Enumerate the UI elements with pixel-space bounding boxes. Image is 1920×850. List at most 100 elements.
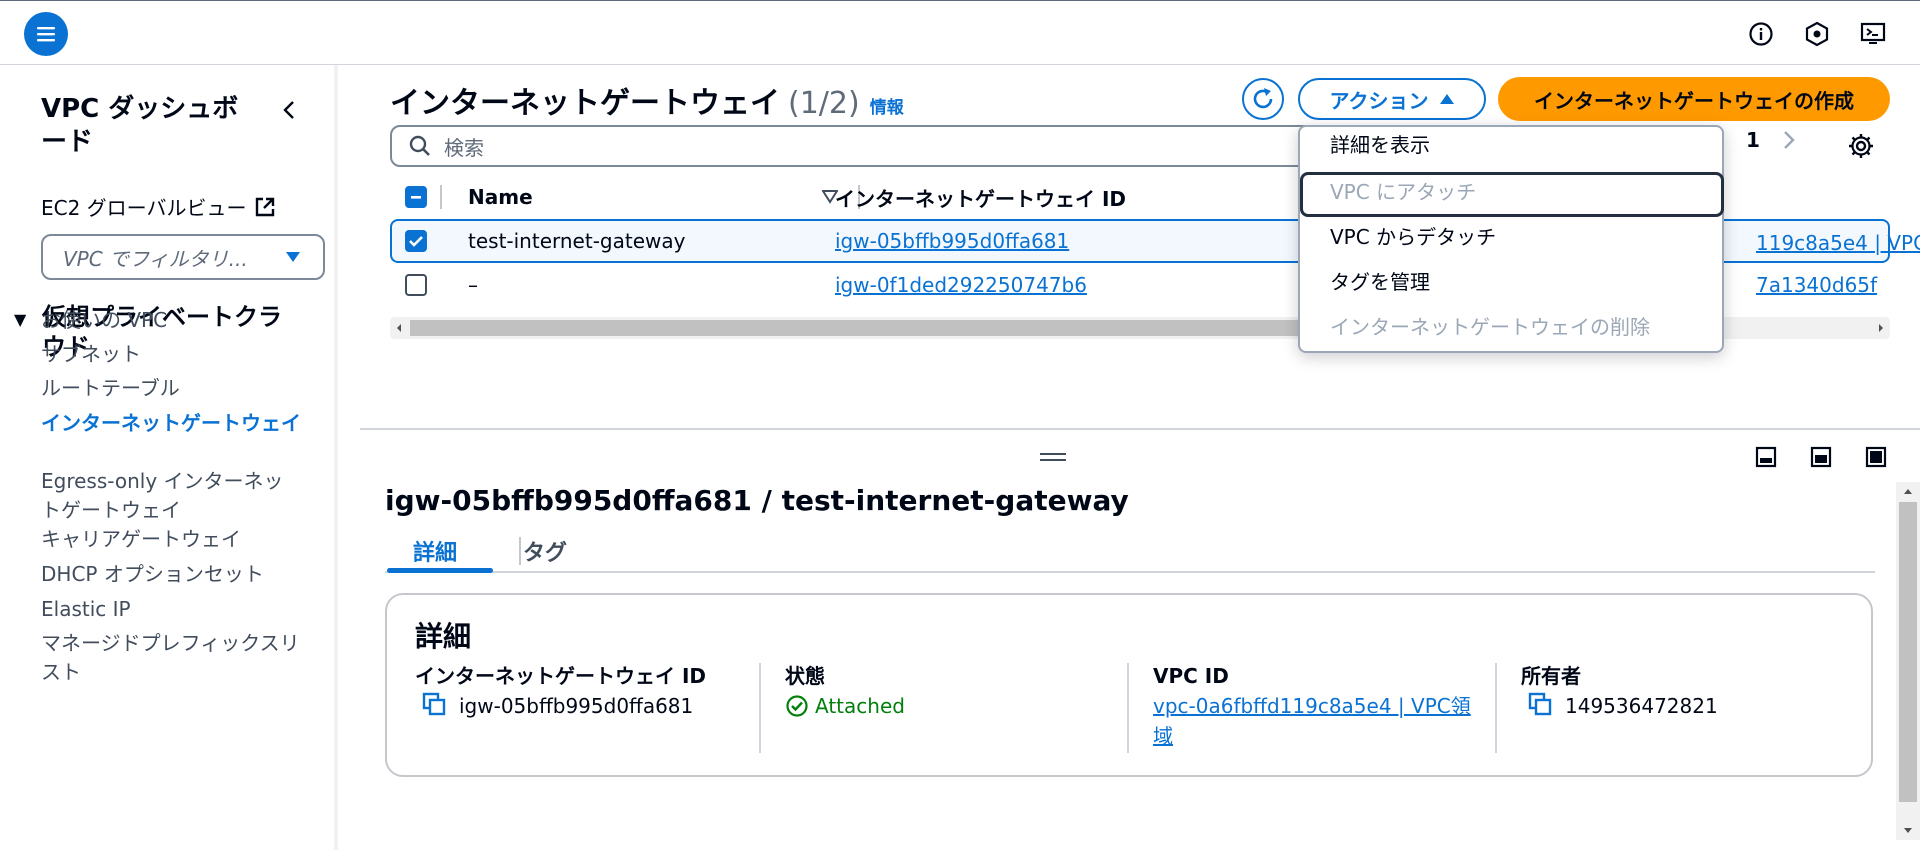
select-all-checkbox[interactable] [405,186,427,208]
row-vpc-link[interactable]: 119c8a5e4 | VPC領 [1756,227,1920,256]
field-vpc-id: VPC ID vpc-0a6fbffd119c8a5e4 | VPC領域 [1153,663,1473,751]
check-icon [409,236,423,247]
table-settings-button[interactable] [1847,132,1875,160]
vpc-filter-placeholder: VPC でフィルタリ... [63,246,248,271]
cloudshell-icon[interactable] [1858,19,1888,49]
info-link[interactable]: 情報 [870,98,904,118]
caret-up-icon [1439,94,1454,104]
split-panel-scrollbar[interactable] [1896,482,1920,840]
column-header-name[interactable]: Name [468,185,533,209]
scroll-down-icon[interactable] [1896,824,1920,838]
field-divider [759,663,761,753]
field-label: 所有者 [1521,664,1581,688]
refresh-button[interactable] [1242,78,1284,120]
menu-item-detach-from-vpc[interactable]: VPC からデタッチ [1330,223,1496,251]
field-igw-id: インターネットゲートウェイ ID igw-05bffb995d0ffa681 [415,663,706,721]
copy-icon[interactable] [421,691,447,717]
field-value: igw-05bffb995d0ffa681 [459,694,694,718]
sidebar-item-managed-prefix-lists[interactable]: マネージドプレフィックスリスト [41,629,303,687]
sidebar-item-carrier-gateways[interactable]: キャリアゲートウェイ [41,525,311,554]
split-panel-scrollbar-thumb[interactable] [1899,502,1917,802]
status-badge: Attached [815,694,905,718]
tab-tags[interactable]: タグ [523,535,567,567]
vpc-filter-select[interactable]: VPC でフィルタリ... [41,234,325,280]
sidebar-item-subnets[interactable]: サブネット [41,340,311,369]
tab-details[interactable]: 詳細 [413,535,457,567]
field-label: VPC ID [1153,664,1229,688]
sidebar-item-internet-gateways[interactable]: インターネットゲートウェイ [41,409,303,438]
gear-icon [1849,134,1873,158]
actions-button-label: アクション [1329,88,1429,113]
field-divider [1127,663,1129,753]
row-checkbox[interactable] [405,274,427,296]
sidebar: VPC ダッシュボード EC2 グローバルビュー VPC でフィルタリ... ▼… [0,65,338,850]
row-name: – [468,273,478,297]
row-igw-id-link[interactable]: igw-0f1ded292250747b6 [835,273,1087,297]
row-name: test-internet-gateway [468,229,686,253]
field-state: 状態 Attached [785,663,905,721]
copy-icon[interactable] [1527,691,1553,717]
field-label: インターネットゲートウェイ ID [415,664,707,688]
scroll-up-icon[interactable] [334,69,338,83]
refresh-icon [1253,88,1273,109]
column-header-igw-id[interactable]: インターネットゲートウェイ ID [835,183,1126,212]
sidebar-title[interactable]: VPC ダッシュボード [41,93,241,159]
page-number[interactable]: 1 [1746,128,1760,152]
panel-bottom-icon[interactable] [1755,446,1777,468]
card-title: 詳細 [415,620,472,653]
sidebar-item-ec2-global-view[interactable]: EC2 グローバルビュー [41,192,276,221]
drag-handle-icon[interactable] [1040,444,1066,468]
sidebar-item-egress-only-gateways[interactable]: Egress-only インターネットゲートウェイ [41,467,291,525]
external-link-icon [256,197,275,216]
split-panel: igw-05bffb995d0ffa681 / test-internet-ga… [360,428,1920,850]
field-owner: 所有者 149536472821 [1521,663,1718,721]
row-vpc-link[interactable]: 7a1340d65f [1756,273,1877,297]
scroll-down-icon[interactable] [334,834,338,848]
top-navigation-bar [0,0,1920,65]
menu-item-manage-tags[interactable]: タグを管理 [1330,268,1430,296]
notification-hexagon-icon[interactable] [1802,19,1832,49]
create-internet-gateway-button[interactable]: インターネットゲートウェイの作成 [1498,77,1890,121]
scroll-left-icon[interactable] [392,317,406,339]
chevron-left-icon[interactable] [278,98,302,122]
vpc-id-link[interactable]: vpc-0a6fbffd119c8a5e4 | VPC領域 [1153,691,1473,751]
actions-button[interactable]: アクション [1298,78,1486,120]
tab-divider [519,537,521,565]
menu-item-attach-to-vpc[interactable]: VPC にアタッチ [1330,178,1476,206]
status-success-icon [786,695,808,717]
row-checkbox[interactable] [405,230,427,252]
panel-maximize-icon[interactable] [1865,446,1887,468]
scroll-right-icon[interactable] [1874,317,1888,339]
sidebar-scrollbar[interactable] [334,65,338,850]
active-tab-indicator [387,568,493,573]
search-placeholder: 検索 [444,135,484,160]
field-label: 状態 [785,664,825,688]
sidebar-item-elastic-ip[interactable]: Elastic IP [41,595,311,624]
info-icon[interactable] [1746,19,1776,49]
chevron-right-icon[interactable] [1782,129,1796,151]
search-icon [409,135,430,156]
row-igw-id-link[interactable]: igw-05bffb995d0ffa681 [835,229,1069,253]
caret-down-icon [286,252,300,262]
caret-down-icon: ▼ [14,310,27,329]
menu-item-delete-internet-gateway[interactable]: インターネットゲートウェイの削除 [1330,313,1650,341]
column-divider [440,185,442,209]
actions-dropdown-menu: 詳細を表示 VPC にアタッチ VPC からデタッチ タグを管理 インターネット… [1298,125,1724,353]
search-input[interactable]: 検索 [390,125,1430,167]
hamburger-menu-button[interactable] [24,12,68,56]
minus-icon [411,196,421,199]
page-title-text: インターネットゲートウェイ [390,86,780,121]
detail-title: igw-05bffb995d0ffa681 / test-internet-ga… [385,484,1129,517]
field-divider [1495,663,1497,753]
field-value: 149536472821 [1565,694,1718,718]
menu-item-view-details[interactable]: 詳細を表示 [1330,131,1430,159]
sidebar-item-route-tables[interactable]: ルートテーブル [41,374,311,403]
scroll-up-icon[interactable] [1896,484,1920,498]
detail-tabs: 詳細 タグ [385,525,1875,573]
details-card: 詳細 インターネットゲートウェイ ID igw-05bffb995d0ffa68… [385,593,1873,777]
panel-side-icon[interactable] [1810,446,1832,468]
sidebar-item-dhcp-option-sets[interactable]: DHCP オプションセット [41,560,311,589]
sidebar-item-your-vpcs[interactable]: お使いの VPC [41,306,311,335]
selection-count: (1/2) [788,86,860,121]
sidebar-item-label: EC2 グローバルビュー [41,196,247,220]
